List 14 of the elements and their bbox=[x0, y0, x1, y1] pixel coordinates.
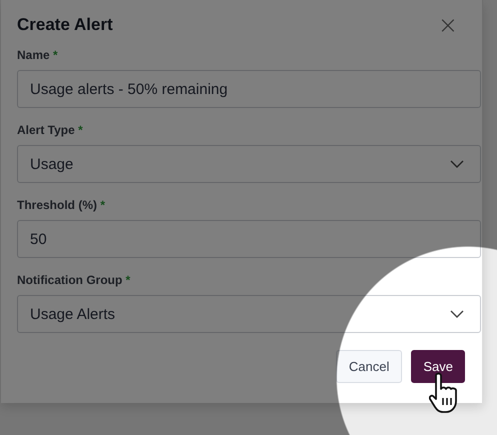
dialog-title: Create Alert bbox=[17, 15, 113, 35]
chevron-down-icon bbox=[450, 160, 464, 168]
dropdown-field[interactable]: Usage Alerts bbox=[17, 295, 481, 333]
field-label: Name * bbox=[17, 48, 59, 62]
input-field[interactable]: 50 bbox=[17, 220, 481, 258]
field-label: Threshold (%) * bbox=[17, 198, 106, 212]
input-field[interactable]: Usage alerts - 50% remaining bbox=[17, 70, 481, 108]
field-label: Alert Type * bbox=[17, 123, 84, 137]
dropdown-field[interactable]: Usage bbox=[17, 145, 481, 183]
cancel-button[interactable]: Cancel bbox=[336, 350, 402, 383]
save-button[interactable]: Save bbox=[411, 350, 465, 383]
close-button[interactable]: × bbox=[436, 15, 460, 35]
chevron-down-icon bbox=[450, 310, 464, 318]
field-label: Notification Group * bbox=[17, 273, 132, 287]
